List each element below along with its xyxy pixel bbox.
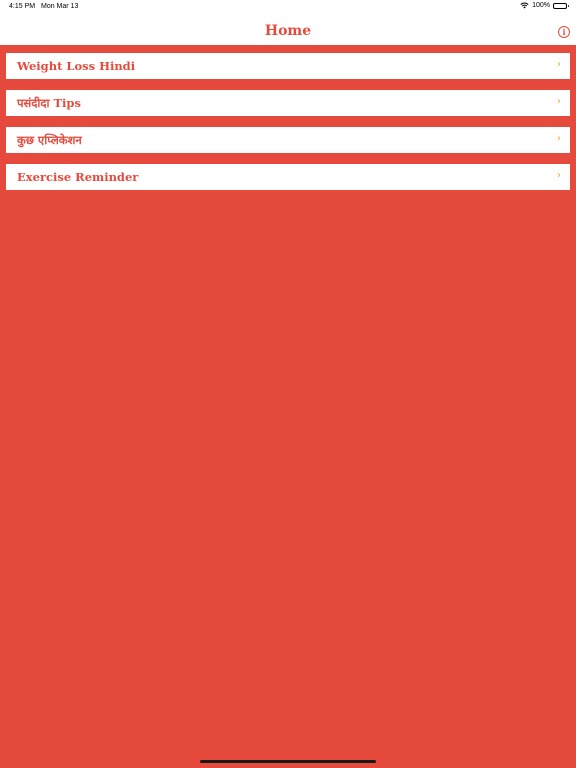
page-title: Home bbox=[264, 23, 312, 39]
battery-percent: 100% bbox=[532, 2, 550, 9]
status-date: Mon Mar 13 bbox=[41, 3, 79, 10]
wifi-icon bbox=[520, 2, 529, 9]
chevron-right-icon: › bbox=[557, 96, 561, 107]
chevron-right-icon: › bbox=[557, 170, 561, 181]
navigation-bar: Home i bbox=[0, 14, 576, 45]
list-item-label: कुछ एप्लिकेशन bbox=[17, 133, 82, 147]
list-item-label: Weight Loss Hindi bbox=[17, 59, 136, 73]
chevron-right-icon: › bbox=[557, 59, 561, 70]
list-item-weight-loss-hindi[interactable]: Weight Loss Hindi › bbox=[6, 53, 570, 79]
home-menu-list: Weight Loss Hindi › पसंदीदा Tips › कुछ ए… bbox=[6, 53, 570, 201]
status-bar: 4:15 PM Mon Mar 13 100% bbox=[0, 0, 576, 14]
home-indicator[interactable] bbox=[200, 760, 376, 763]
list-item-kuch-application[interactable]: कुछ एप्लिकेशन › bbox=[6, 127, 570, 153]
list-item-exercise-reminder[interactable]: Exercise Reminder › bbox=[6, 164, 570, 190]
list-item-label: Exercise Reminder bbox=[17, 170, 139, 184]
chevron-right-icon: › bbox=[557, 133, 561, 144]
info-icon[interactable]: i bbox=[558, 26, 570, 38]
status-indicators: 100% bbox=[520, 2, 569, 9]
list-item-pasandida-tips[interactable]: पसंदीदा Tips › bbox=[6, 90, 570, 116]
status-time: 4:15 PM bbox=[9, 3, 36, 10]
battery-icon bbox=[553, 2, 569, 9]
list-item-label: पसंदीदा Tips bbox=[17, 96, 81, 110]
info-icon-glyph: i bbox=[562, 27, 566, 37]
